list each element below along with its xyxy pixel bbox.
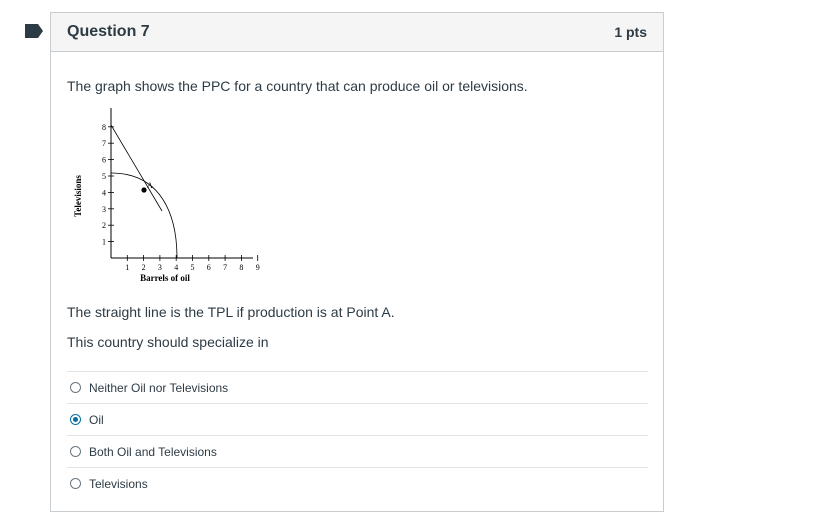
answer-option[interactable]: Televisions — [67, 467, 648, 499]
point-a-label: A — [147, 181, 153, 190]
question-prompt: The graph shows the PPC for a country th… — [67, 78, 528, 94]
question-panel: Question 7 1 pts The graph shows the PPC… — [50, 12, 664, 512]
y-ticks: 1 2 3 4 5 6 7 8 — [102, 123, 114, 247]
answer-option[interactable]: Both Oil and Televisions — [67, 435, 648, 467]
y-tick-label: 5 — [102, 172, 106, 181]
x-axis-label: Barrels of oil — [140, 273, 190, 283]
tpl-line — [110, 124, 163, 212]
x-tick-label: 5 — [191, 263, 195, 272]
y-tick-label: 1 — [102, 238, 106, 247]
x-tick-label: 8 — [239, 263, 243, 272]
point-a — [141, 187, 147, 193]
y-tick-label: 7 — [102, 139, 106, 148]
y-tick-label: 6 — [102, 156, 106, 165]
ppc-curve — [110, 172, 178, 259]
radio-button[interactable] — [70, 414, 81, 425]
y-tick-label: 4 — [102, 188, 106, 197]
answer-label: Both Oil and Televisions — [89, 444, 217, 459]
y-tick-label: 8 — [102, 123, 106, 132]
answer-option[interactable]: Oil — [67, 403, 648, 435]
answer-label: Televisions — [89, 476, 148, 491]
answer-list: Neither Oil nor Televisions Oil Both Oil… — [67, 371, 648, 499]
answer-label: Neither Oil nor Televisions — [89, 380, 229, 395]
x-tick-label: 9 — [256, 263, 260, 272]
question-points: 1 pts — [614, 24, 647, 40]
flag-icon[interactable] — [25, 24, 43, 38]
y-tick-label: 2 — [102, 221, 106, 230]
x-tick-label: 4 — [174, 263, 178, 272]
tpl-statement: The straight line is the TPL if producti… — [67, 304, 395, 320]
radio-button[interactable] — [70, 478, 81, 489]
radio-button[interactable] — [70, 446, 81, 457]
y-axis-label: Televisions — [73, 175, 83, 217]
y-tick-label: 3 — [102, 205, 106, 214]
answer-label: Oil — [89, 412, 104, 427]
question-header: Question 7 1 pts — [51, 13, 663, 52]
ppc-graph: 1 2 3 4 5 6 7 8 1 2 3 4 5 6 7 8 9 A Televisions Barrels… — [73, 108, 260, 283]
x-tick-label: 6 — [207, 263, 211, 272]
x-tick-label: 7 — [223, 263, 227, 272]
specialize-statement: This country should specialize in — [67, 334, 269, 350]
radio-button[interactable] — [70, 382, 81, 393]
x-tick-label: 1 — [125, 263, 129, 272]
answer-option[interactable]: Neither Oil nor Televisions — [67, 371, 648, 403]
x-tick-label: 2 — [142, 263, 146, 272]
question-title: Question 7 — [67, 23, 150, 40]
x-tick-label: 3 — [158, 263, 162, 272]
